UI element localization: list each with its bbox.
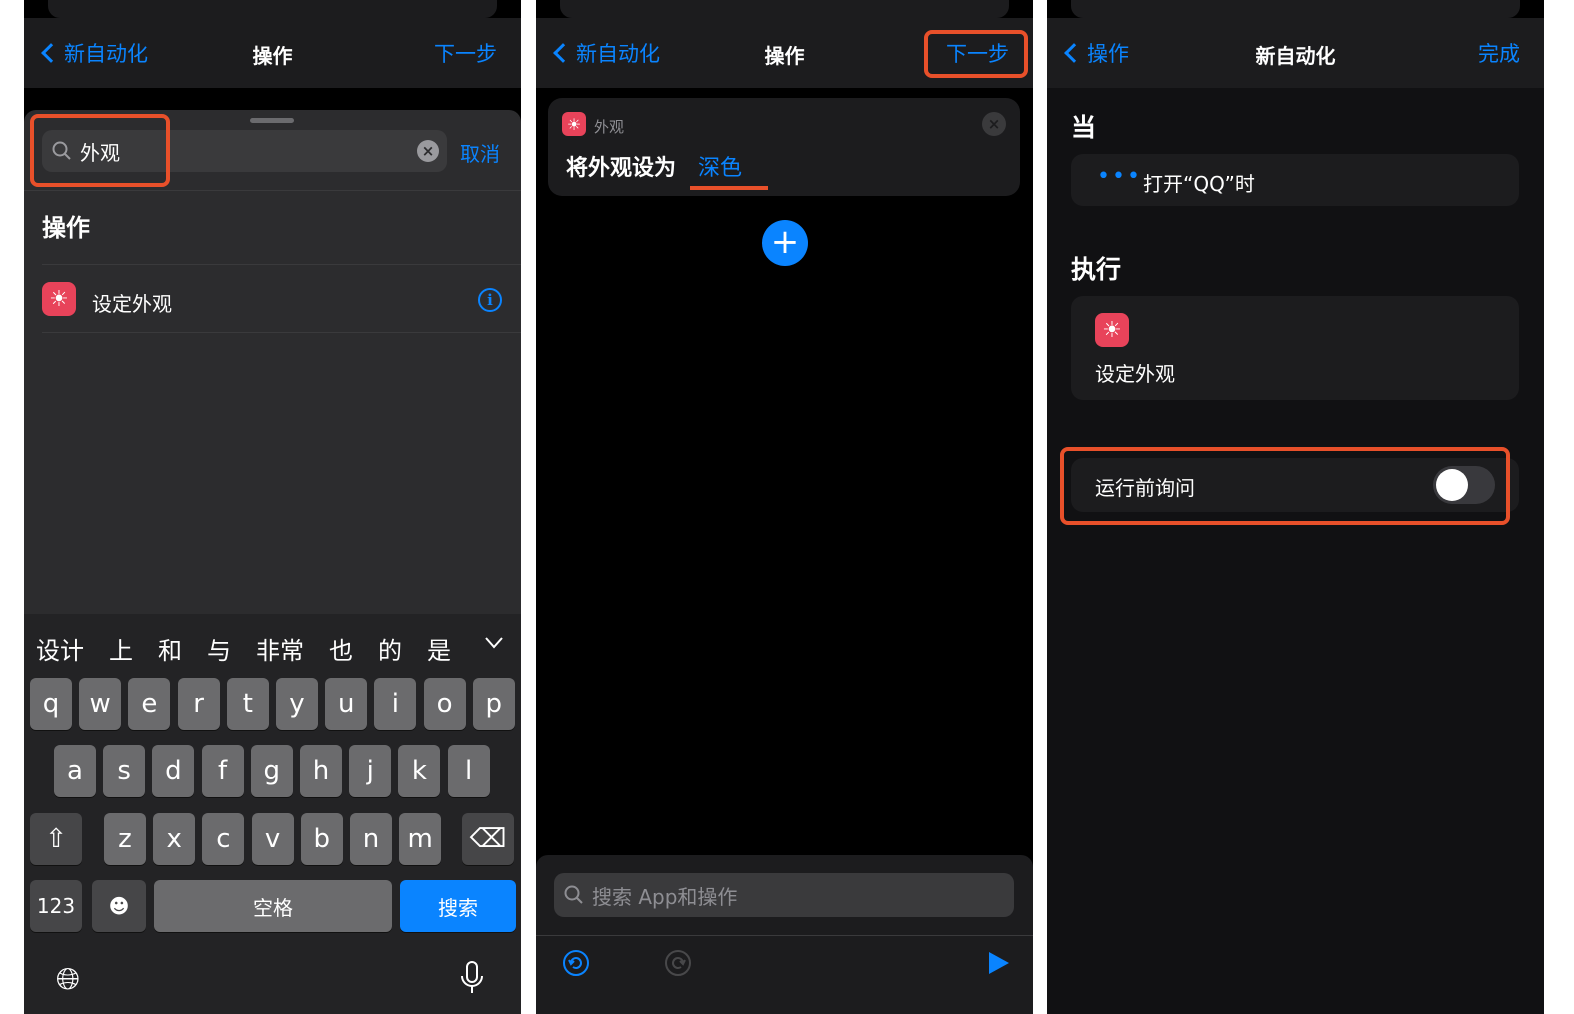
emoji-icon[interactable]: ☻ <box>92 880 146 932</box>
candidate-bar: 设计 上 和 与 非常 也 的 是 <box>36 630 521 666</box>
key-d[interactable]: d <box>152 745 195 797</box>
key-o[interactable]: o <box>423 678 466 730</box>
key-t[interactable]: t <box>226 678 269 730</box>
section-title: 操作 <box>42 214 90 242</box>
sun-icon: ☀ <box>1095 313 1129 347</box>
key-a[interactable]: a <box>54 745 96 797</box>
key-c[interactable]: c <box>202 813 245 865</box>
panel-action-editor: 新自动化 操作 下一步 ☀ 外观 × 将外观设为 深色 + 搜索 App和操作 <box>536 0 1033 1014</box>
action-label: 设定外观 <box>92 292 172 316</box>
key-p[interactable]: p <box>472 678 515 730</box>
key-e[interactable]: e <box>128 678 171 730</box>
sun-icon: ☀ <box>42 282 76 316</box>
keyboard: 设计 上 和 与 非常 也 的 是 q w e r t y u i o p a s d f g h j k l ⇧ z x… <box>24 614 521 1014</box>
key-g[interactable]: g <box>250 745 293 797</box>
next-button[interactable]: 下一步 <box>434 38 497 68</box>
remove-icon[interactable]: × <box>982 112 1006 136</box>
key-l[interactable]: l <box>447 745 490 797</box>
divider <box>42 332 521 333</box>
top-edge <box>1071 0 1520 18</box>
divider <box>24 190 521 191</box>
action-category: 外观 <box>594 118 625 136</box>
panel-search-actions: 新自动化 操作 下一步 外观 × 取消 操作 ☀ 设定外观 i 设计 上 和 与… <box>24 0 521 1014</box>
add-action-button[interactable]: + <box>762 220 808 266</box>
bottom-toolbar: 搜索 App和操作 <box>536 855 1033 1014</box>
redo-icon[interactable] <box>664 949 692 977</box>
key-j[interactable]: j <box>349 745 392 797</box>
info-icon[interactable]: i <box>478 288 502 312</box>
key-k[interactable]: k <box>398 745 441 797</box>
appearance-value[interactable]: 深色 <box>698 150 742 182</box>
trigger-label: 打开“QQ”时 <box>1143 172 1255 196</box>
backspace-icon[interactable]: ⌫ <box>462 813 514 865</box>
key-f[interactable]: f <box>201 745 244 797</box>
action-text: 将外观设为 <box>566 156 677 181</box>
key-v[interactable]: v <box>251 813 294 865</box>
sheet-grabber[interactable] <box>250 118 294 123</box>
microphone-icon[interactable] <box>458 960 486 1000</box>
action-card[interactable]: ☀ 外观 × 将外观设为 深色 <box>548 98 1020 196</box>
top-edge <box>560 0 1009 18</box>
key-u[interactable]: u <box>325 678 368 730</box>
numbers-key[interactable]: 123 <box>30 880 82 932</box>
search-placeholder: 搜索 App和操作 <box>592 884 738 909</box>
divider <box>536 935 1033 936</box>
nav-bar: 新自动化 操作 下一步 <box>24 18 521 88</box>
search-input[interactable]: 搜索 App和操作 <box>554 873 1014 917</box>
key-w[interactable]: w <box>79 678 122 730</box>
candidate[interactable]: 和 <box>158 631 182 666</box>
clear-icon[interactable]: × <box>417 140 439 162</box>
chevron-down-icon[interactable] <box>484 636 504 650</box>
key-z[interactable]: z <box>104 813 146 865</box>
value-underline <box>690 186 768 190</box>
action-card[interactable]: ☀ 设定外观 <box>1071 296 1519 400</box>
key-i[interactable]: i <box>374 678 417 730</box>
candidate[interactable]: 的 <box>378 631 402 666</box>
action-label: 设定外观 <box>1095 362 1175 386</box>
highlight-box <box>924 30 1028 78</box>
undo-icon[interactable] <box>562 949 590 977</box>
top-edge <box>48 0 497 18</box>
panel-new-automation: 操作 新自动化 完成 当 ••• 打开“QQ”时 执行 ☀ 设定外观 运行前询问 <box>1047 0 1544 1014</box>
content-bg <box>1047 88 1544 1014</box>
candidate[interactable]: 非常 <box>256 631 304 666</box>
play-icon[interactable] <box>986 949 1012 977</box>
cancel-button[interactable]: 取消 <box>460 138 500 167</box>
nav-title: 新自动化 <box>1255 44 1336 68</box>
when-header: 当 <box>1071 113 1097 142</box>
globe-icon[interactable]: 🌐︎ <box>56 962 80 997</box>
candidate[interactable]: 是 <box>427 631 451 666</box>
key-s[interactable]: s <box>103 745 146 797</box>
search-icon <box>564 885 583 904</box>
key-r[interactable]: r <box>177 678 220 730</box>
key-q[interactable]: q <box>30 678 72 730</box>
done-button[interactable]: 完成 <box>1478 38 1520 68</box>
nav-bar: 操作 新自动化 完成 <box>1047 18 1544 88</box>
divider <box>42 264 521 265</box>
highlight-box <box>1060 447 1510 525</box>
candidate[interactable]: 设计 <box>36 631 84 666</box>
candidate[interactable]: 也 <box>329 631 353 666</box>
ellipsis-icon: ••• <box>1097 164 1142 189</box>
key-m[interactable]: m <box>399 813 442 865</box>
do-header: 执行 <box>1071 255 1122 284</box>
key-x[interactable]: x <box>153 813 196 865</box>
key-y[interactable]: y <box>276 678 318 730</box>
candidate[interactable]: 上 <box>109 631 133 666</box>
sun-icon: ☀ <box>562 112 586 136</box>
key-b[interactable]: b <box>300 813 343 865</box>
search-key[interactable]: 搜索 <box>400 880 516 932</box>
trigger-card[interactable]: ••• 打开“QQ”时 <box>1071 154 1519 206</box>
space-key[interactable]: 空格 <box>154 880 392 932</box>
candidate[interactable]: 与 <box>207 631 231 666</box>
highlight-box <box>30 114 170 187</box>
key-h[interactable]: h <box>300 745 342 797</box>
shift-icon[interactable]: ⇧ <box>30 813 82 865</box>
key-n[interactable]: n <box>350 813 392 865</box>
